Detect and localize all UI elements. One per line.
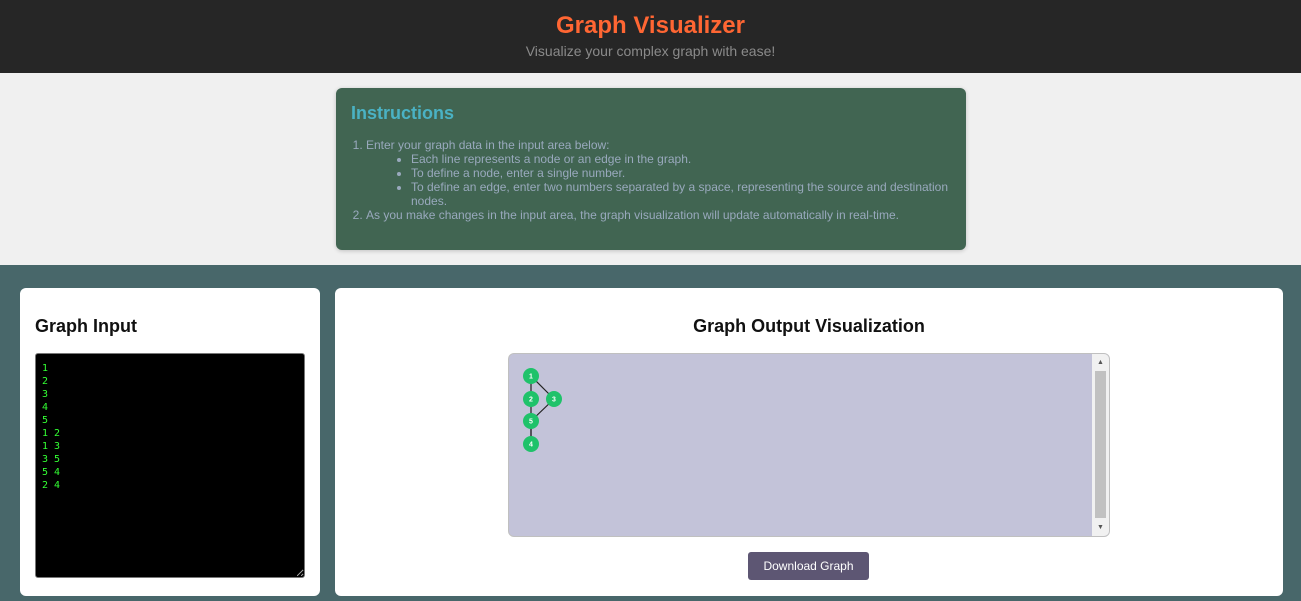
graph-node-3[interactable]: 3	[546, 391, 562, 407]
graph-input-textarea[interactable]	[35, 353, 305, 578]
download-graph-button[interactable]: Download Graph	[748, 552, 869, 580]
graph-input-panel: Graph Input	[20, 288, 320, 596]
graph-node-5[interactable]: 5	[523, 413, 539, 429]
app-header: Graph Visualizer Visualize your complex …	[0, 0, 1301, 73]
instruction-bullet: Each line represents a node or an edge i…	[411, 152, 951, 166]
instruction-step-1-bullets: Each line represents a node or an edge i…	[366, 152, 951, 208]
graph-node-label: 5	[529, 419, 533, 426]
instruction-step-2: As you make changes in the input area, t…	[366, 208, 951, 222]
graph-svg: 1 2 3 5 4	[523, 368, 562, 452]
instruction-bullet: To define an edge, enter two numbers sep…	[411, 180, 951, 208]
graph-node-label: 1	[529, 374, 533, 381]
instruction-step-1-text: Enter your graph data in the input area …	[366, 138, 610, 152]
graph-node-4[interactable]: 4	[523, 436, 539, 452]
instruction-bullet: To define a node, enter a single number.	[411, 166, 951, 180]
instructions-section: Instructions Enter your graph data in th…	[0, 73, 1301, 265]
scroll-down-arrow-icon[interactable]: ▼	[1092, 519, 1109, 536]
graph-input-title: Graph Input	[35, 316, 137, 336]
app-subtitle: Visualize your complex graph with ease!	[525, 43, 776, 59]
scroll-thumb[interactable]	[1095, 371, 1106, 518]
app-title: Graph Visualizer	[556, 12, 745, 39]
graph-node-label: 3	[552, 397, 556, 404]
graph-output-panel: Graph Output Visualization 1 2 3 5 4 ▲ ▼ Dow…	[335, 288, 1283, 596]
vertical-scrollbar[interactable]: ▲ ▼	[1092, 354, 1109, 536]
graph-node-label: 4	[529, 442, 533, 449]
graph-node-label: 2	[529, 397, 533, 404]
instructions-title: Instructions	[351, 103, 455, 123]
scroll-up-arrow-icon[interactable]: ▲	[1092, 354, 1109, 371]
graph-canvas[interactable]: 1 2 3 5 4 ▲ ▼	[508, 353, 1110, 537]
graph-output-title: Graph Output Visualization	[693, 316, 925, 336]
workspace: Graph Input Graph Output Visualization 1…	[0, 265, 1301, 601]
instructions-card: Instructions Enter your graph data in th…	[336, 88, 966, 250]
instruction-step-1: Enter your graph data in the input area …	[366, 138, 951, 208]
graph-node-2[interactable]: 2	[523, 391, 539, 407]
graph-node-1[interactable]: 1	[523, 368, 539, 384]
instructions-list: Enter your graph data in the input area …	[351, 138, 951, 222]
